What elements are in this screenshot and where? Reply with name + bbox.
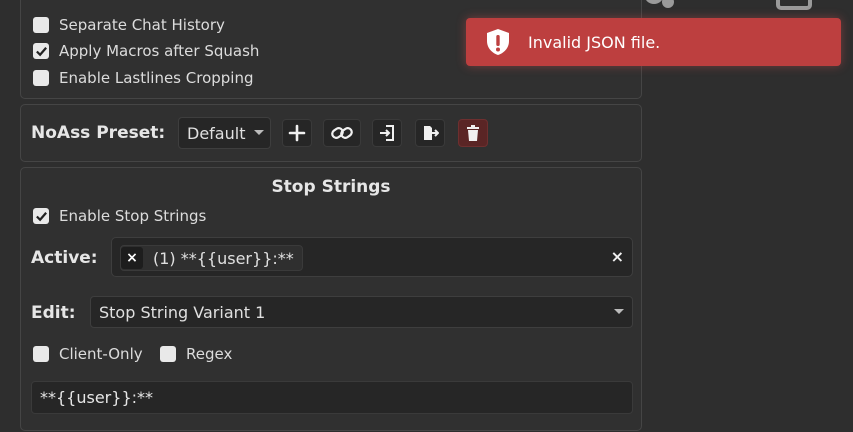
- lastlines-cropping-checkbox[interactable]: [33, 70, 49, 86]
- separate-chat-history-checkbox[interactable]: [33, 17, 49, 33]
- import-icon: [380, 125, 394, 141]
- client-only-checkbox[interactable]: [33, 346, 49, 362]
- preset-label: NoAss Preset:: [31, 123, 166, 143]
- separate-chat-history-label: Separate Chat History: [59, 16, 225, 34]
- user-gear-icon[interactable]: [640, 0, 676, 12]
- delete-preset-button[interactable]: [458, 119, 488, 147]
- edit-variant-value: Stop String Variant 1: [99, 302, 266, 322]
- checkmark-icon: [35, 46, 47, 56]
- apply-macros-checkbox[interactable]: [33, 43, 49, 59]
- apply-macros-option[interactable]: Apply Macros after Squash: [33, 41, 259, 61]
- stop-strings-panel: Stop Strings Enable Stop Strings Active:…: [20, 167, 642, 431]
- toast-message: Invalid JSON file.: [528, 32, 661, 52]
- error-toast[interactable]: Invalid JSON file.: [466, 18, 841, 66]
- enable-stop-strings-checkbox[interactable]: [33, 208, 49, 224]
- active-stop-strings-field[interactable]: × (1) **{{user}}:** ×: [111, 237, 633, 277]
- checkmark-icon: [35, 211, 47, 221]
- chevron-down-icon: [614, 309, 624, 314]
- import-preset-button[interactable]: [372, 119, 402, 147]
- stop-string-input[interactable]: **{{user}}:**: [31, 381, 633, 414]
- export-icon: [424, 126, 439, 140]
- apply-macros-label: Apply Macros after Squash: [59, 42, 260, 60]
- link-preset-button[interactable]: [323, 119, 361, 147]
- chip-remove-button[interactable]: ×: [121, 247, 143, 269]
- plus-icon: [288, 124, 306, 142]
- lastlines-cropping-option[interactable]: Enable Lastlines Cropping: [33, 68, 254, 88]
- chip-text: (1) **{{user}}:**: [153, 248, 294, 268]
- preset-select[interactable]: Default: [178, 117, 271, 149]
- regex-option[interactable]: Regex: [160, 344, 232, 364]
- add-preset-button[interactable]: [282, 119, 312, 147]
- regex-checkbox[interactable]: [160, 346, 176, 362]
- preset-selected-value: Default: [187, 123, 246, 143]
- link-icon: [331, 127, 353, 139]
- enable-stop-strings-option[interactable]: Enable Stop Strings: [33, 206, 206, 226]
- edit-label: Edit:: [31, 303, 76, 323]
- edit-variant-select[interactable]: Stop String Variant 1: [90, 296, 633, 328]
- active-label: Active:: [31, 248, 98, 268]
- client-only-option[interactable]: Client-Only: [33, 344, 143, 364]
- lastlines-cropping-label: Enable Lastlines Cropping: [59, 69, 254, 87]
- regex-label: Regex: [186, 345, 233, 363]
- client-only-label: Client-Only: [59, 345, 143, 363]
- export-preset-button[interactable]: [415, 119, 445, 147]
- preset-panel: NoAss Preset: Default: [20, 104, 642, 162]
- stop-strings-title: Stop Strings: [271, 177, 391, 197]
- clear-all-button[interactable]: ×: [611, 247, 624, 266]
- chevron-down-icon: [254, 130, 264, 135]
- id-card-icon[interactable]: [776, 0, 812, 12]
- shield-alert-icon: [487, 29, 509, 55]
- active-stop-string-chip: × (1) **{{user}}:**: [120, 245, 303, 271]
- separate-chat-history-option[interactable]: Separate Chat History: [33, 15, 225, 35]
- enable-stop-strings-label: Enable Stop Strings: [59, 207, 207, 225]
- trash-icon: [467, 125, 479, 141]
